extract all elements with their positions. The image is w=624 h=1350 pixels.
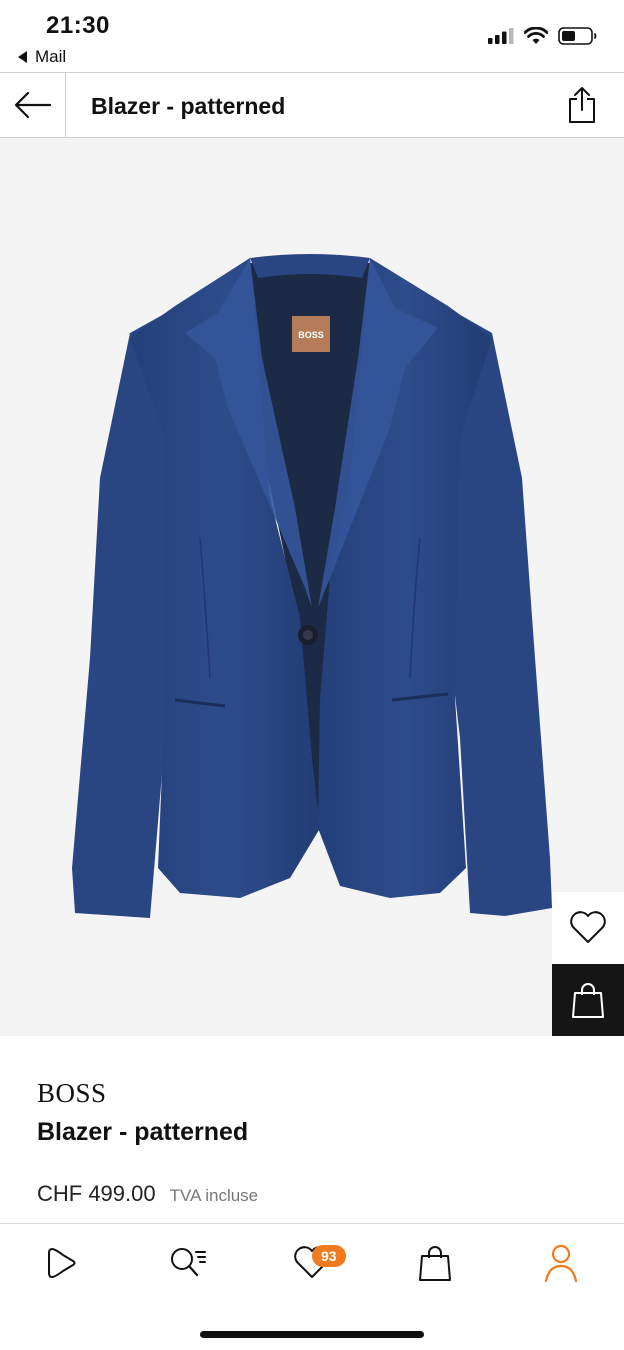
status-icons bbox=[488, 26, 598, 46]
home-icon bbox=[48, 1248, 76, 1278]
nav-search[interactable] bbox=[164, 1239, 212, 1287]
arrow-left-icon bbox=[14, 91, 51, 119]
nav-home[interactable] bbox=[37, 1239, 85, 1287]
back-button[interactable] bbox=[0, 73, 66, 137]
brand-label-tag: BOSS bbox=[298, 330, 324, 340]
blazer-illustration bbox=[72, 254, 552, 918]
app-header: Blazer - patterned bbox=[0, 72, 624, 138]
shopping-bag-icon bbox=[572, 983, 604, 1018]
product-name: Blazer - patterned bbox=[37, 1118, 249, 1146]
search-icon bbox=[171, 1248, 206, 1277]
nav-bag[interactable] bbox=[411, 1239, 459, 1287]
back-triangle-icon bbox=[18, 51, 27, 63]
add-to-wishlist-button[interactable] bbox=[552, 892, 624, 964]
back-to-app-link[interactable]: Mail bbox=[18, 47, 66, 67]
status-bar: 21:30 Mail bbox=[0, 0, 624, 72]
bag-icon bbox=[419, 1246, 451, 1281]
back-app-label: Mail bbox=[35, 47, 67, 66]
home-indicator[interactable] bbox=[200, 1331, 424, 1338]
nav-wishlist[interactable]: 93 bbox=[288, 1239, 346, 1287]
share-icon bbox=[569, 87, 595, 123]
bottom-navigation: 93 bbox=[0, 1225, 624, 1305]
vat-note: TVA incluse bbox=[169, 1186, 259, 1205]
product-image[interactable]: BOSS bbox=[0, 138, 624, 1036]
wishlist-count-badge: 93 bbox=[312, 1245, 346, 1267]
status-time: 21:30 bbox=[46, 12, 110, 39]
product-info: BOSS Blazer - patterned CHF 499.00 TVA i… bbox=[0, 1036, 624, 1224]
page-title: Blazer - patterned bbox=[91, 93, 286, 119]
signal-icon bbox=[488, 28, 514, 44]
product-price: CHF 499.00 bbox=[37, 1181, 156, 1206]
price-row: CHF 499.00 TVA incluse bbox=[37, 1181, 258, 1207]
heart-icon bbox=[570, 911, 606, 943]
product-brand[interactable]: BOSS bbox=[37, 1078, 107, 1109]
profile-icon bbox=[544, 1244, 578, 1283]
nav-profile[interactable] bbox=[537, 1239, 585, 1287]
add-to-bag-button[interactable] bbox=[552, 964, 624, 1036]
share-button[interactable] bbox=[562, 85, 602, 125]
wifi-icon bbox=[524, 27, 548, 44]
battery-icon bbox=[558, 27, 597, 45]
